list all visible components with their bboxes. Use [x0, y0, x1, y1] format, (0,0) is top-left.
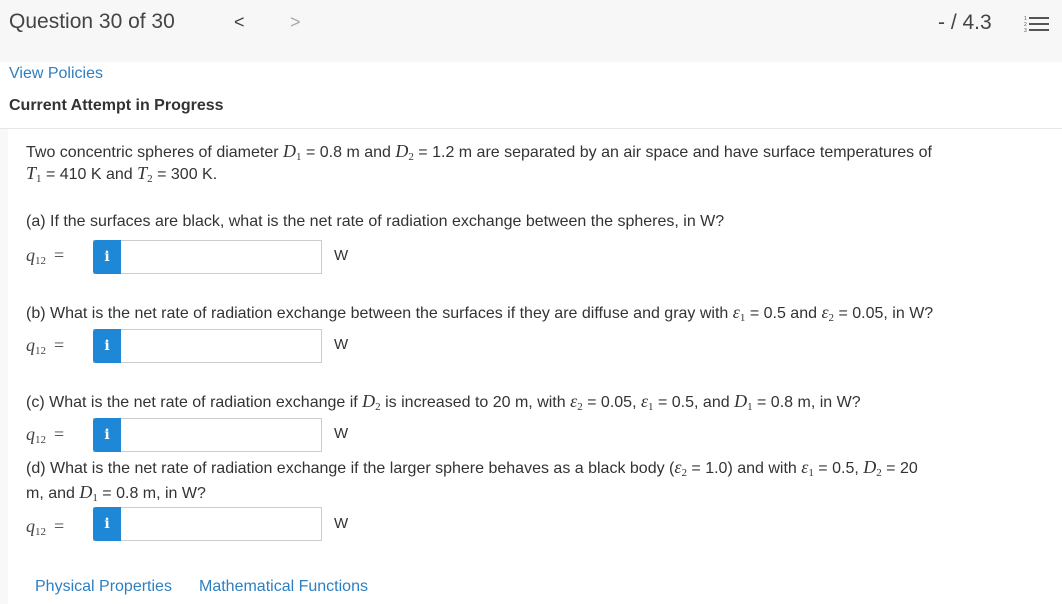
text: = 300 K. — [152, 166, 218, 183]
part-b-answer-field[interactable]: i — [93, 329, 324, 364]
part-d-question: (d) What is the net rate of radiation ex… — [26, 457, 918, 479]
physical-properties-link[interactable]: Physical Properties — [35, 578, 172, 596]
q12-label: q12 = — [26, 516, 65, 538]
var-D2: D2 — [863, 457, 882, 479]
var-eps2: ε2 — [674, 457, 687, 479]
part-d-input[interactable] — [122, 508, 324, 542]
part-a-input[interactable] — [122, 241, 324, 275]
info-icon[interactable]: i — [93, 418, 121, 452]
var-eps1: ε1 — [640, 391, 654, 413]
part-b-input[interactable] — [122, 330, 324, 364]
info-icon[interactable]: i — [93, 507, 121, 541]
var-D2: D2 — [362, 391, 381, 413]
top-area — [0, 62, 1062, 128]
part-d-answer-field[interactable]: i — [93, 507, 324, 542]
question-counter: Question 30 of 30 — [9, 10, 175, 33]
part-b-unit: W — [334, 336, 349, 353]
var-D1: D1 — [734, 391, 753, 413]
part-a-unit: W — [334, 247, 349, 264]
chevron-right-icon[interactable]: > — [290, 12, 301, 33]
q12-label: q12 = — [26, 245, 65, 267]
svg-text:3: 3 — [1024, 28, 1027, 33]
part-a-question: (a) If the surfaces are black, what is t… — [26, 213, 725, 230]
var-T1: T1 — [26, 163, 42, 185]
var-eps1: ε1 — [801, 457, 814, 479]
text: Two concentric spheres of diameter — [26, 144, 284, 161]
numbered-list-icon[interactable]: 1 2 3 — [1024, 15, 1050, 33]
chevron-left-icon[interactable]: < — [234, 12, 245, 33]
text: = 410 K and — [41, 166, 138, 183]
attempt-status: Current Attempt in Progress — [9, 97, 224, 114]
problem-line-2: T1 = 410 K and T2 = 300 K. — [26, 163, 217, 185]
var-D1: D1 — [79, 482, 98, 504]
var-eps2: ε2 — [570, 391, 583, 413]
part-b-question: (b) What is the net rate of radiation ex… — [26, 302, 934, 324]
part-d-unit: W — [334, 515, 349, 532]
part-c-input[interactable] — [122, 419, 324, 453]
text: = 1.2 m are separated by an air space an… — [413, 144, 932, 161]
view-policies-link[interactable]: View Policies — [9, 65, 103, 83]
part-c-unit: W — [334, 425, 349, 442]
part-d-question-line2: m, and D1 = 0.8 m, in W? — [26, 482, 206, 504]
var-T2: T2 — [137, 163, 153, 185]
mathematical-functions-link[interactable]: Mathematical Functions — [199, 578, 368, 596]
question-header: Question 30 of 30 < > - / 4.3 1 2 3 — [0, 0, 1062, 62]
info-icon[interactable]: i — [93, 240, 121, 274]
part-c-answer-field[interactable]: i — [93, 418, 324, 453]
var-eps2: ε2 — [821, 302, 835, 324]
part-a-answer-field[interactable]: i — [93, 240, 324, 275]
var-eps1: ε1 — [732, 302, 746, 324]
problem-line-1: Two concentric spheres of diameter D1 = … — [26, 141, 932, 163]
var-D1: D1 — [283, 141, 302, 163]
q12-label: q12 = — [26, 335, 65, 357]
info-icon[interactable]: i — [93, 329, 121, 363]
q12-label: q12 = — [26, 424, 65, 446]
text: = 0.8 m and — [301, 144, 396, 161]
var-D2: D2 — [395, 141, 414, 163]
score: - / 4.3 — [938, 11, 992, 34]
part-c-question: (c) What is the net rate of radiation ex… — [26, 391, 861, 413]
